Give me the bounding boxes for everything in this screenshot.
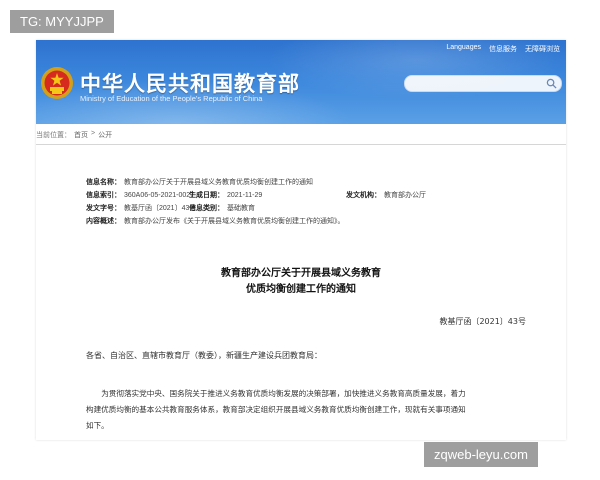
breadcrumb-home-link[interactable]: 首页 — [74, 130, 88, 140]
meta-value: 教育部办公厅 — [384, 192, 426, 199]
accessibility-link[interactable]: 无障碍浏览 — [525, 44, 560, 54]
breadcrumb-prefix: 当前位置： — [36, 132, 71, 139]
meta-value: 教基厅函〔2021〕43号 — [124, 205, 197, 212]
site-subtitle: Ministry of Education of the People's Re… — [80, 94, 263, 103]
meta-label: 内容概述： — [86, 218, 121, 225]
document-title-line2: 优质均衡创建工作的通知 — [246, 284, 356, 295]
watermark-tag-bottom: zqweb-leyu.com — [424, 442, 538, 467]
meta-label: 生成日期： — [189, 192, 224, 199]
meta-label: 信息名称： — [86, 179, 121, 186]
body-paragraph-line: 为贯彻落实党中央、国务院关于推进义务教育优质均衡发展的决策部署，加快推进义务教育… — [101, 389, 466, 398]
document-title-line1: 教育部办公厅关于开展县域义务教育 — [221, 268, 381, 279]
meta-row-docno: 发文字号： 教基厅函〔2021〕43号 信息类别： 基础教育 — [86, 202, 546, 215]
metadata-table: 信息名称： 教育部办公厅关于开展县域义务教育优质均衡创建工作的通知 信息索引： 36… — [86, 176, 546, 228]
meta-row-index: 信息索引： 360A06-05-2021-0027-1 生成日期： 2021-11-… — [86, 189, 546, 202]
meta-label: 信息类别： — [189, 205, 224, 212]
top-links: Languages 信息服务 无障碍浏览 — [446, 44, 560, 54]
search-input[interactable] — [404, 75, 562, 92]
national-emblem-icon — [41, 67, 73, 99]
meta-row-summary: 内容概述： 教育部办公厅发布《关于开展县域义务教育优质均衡创建工作的通知》。 — [86, 215, 546, 228]
info-service-link[interactable]: 信息服务 — [489, 44, 517, 54]
meta-label: 发文机构： — [346, 192, 381, 199]
meta-value: 基础教育 — [227, 205, 255, 212]
breadcrumb-separator: > — [91, 130, 96, 137]
divider — [36, 144, 566, 145]
body-paragraph-line: 如下。 — [86, 421, 109, 430]
search-icon[interactable] — [546, 78, 557, 89]
meta-row-title: 信息名称： 教育部办公厅关于开展县域义务教育优质均衡创建工作的通知 — [86, 176, 546, 189]
site-header: 中华人民共和国教育部 Ministry of Education of the … — [36, 40, 566, 124]
meta-label: 发文字号： — [86, 205, 121, 212]
breadcrumb-public-link[interactable]: 公开 — [98, 130, 112, 140]
document-number: 教基厅函〔2021〕43号 — [439, 317, 526, 326]
webpage: 中华人民共和国教育部 Ministry of Education of the … — [36, 40, 566, 440]
languages-link[interactable]: Languages — [446, 44, 481, 54]
meta-value: 2021-11-29 — [227, 192, 263, 199]
body-paragraph-line: 构建优质均衡的基本公共教育服务体系，教育部决定组织开展县域义务教育优质均衡创建工… — [86, 405, 466, 414]
meta-value: 教育部办公厅发布《关于开展县域义务教育优质均衡创建工作的通知》。 — [124, 218, 345, 225]
document-addressee: 各省、自治区、直辖市教育厅（教委），新疆生产建设兵团教育局： — [86, 351, 322, 360]
meta-label: 信息索引： — [86, 192, 121, 199]
document-body: 为贯彻落实党中央、国务院关于推进义务教育优质均衡发展的决策部署，加快推进义务教育… — [86, 386, 526, 434]
watermark-tag-top: TG: MYYJJPP — [10, 10, 114, 33]
meta-value: 教育部办公厅关于开展县域义务教育优质均衡创建工作的通知 — [124, 179, 313, 186]
breadcrumb: 当前位置： 首页 > 公开 — [36, 130, 112, 140]
